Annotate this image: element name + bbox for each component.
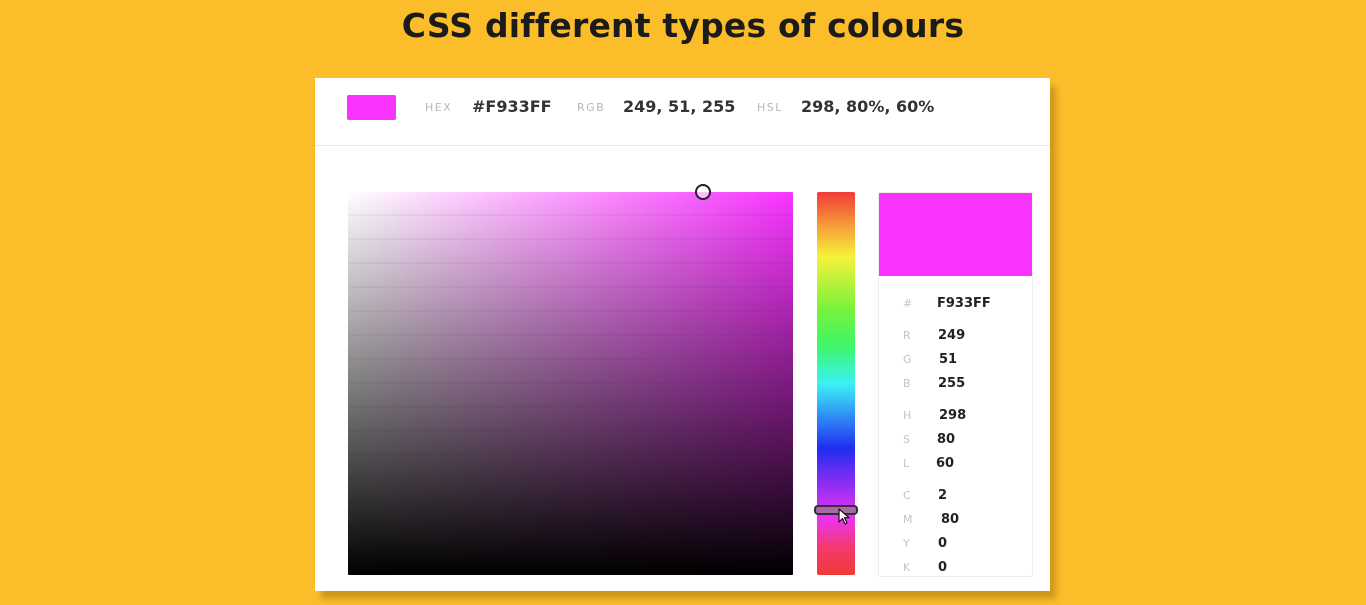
color-picker-panel: HEX #F933FF RGB 249, 51, 255 HSL 298, 80… — [315, 78, 1050, 591]
detail-color-swatch — [879, 193, 1032, 276]
k-key: K — [903, 561, 911, 574]
g-key: G — [903, 353, 912, 366]
l-value[interactable]: 60 — [936, 456, 954, 471]
saturation-lightness-area[interactable] — [348, 192, 793, 575]
color-details-card: # F933FF R 249 G 51 B 255 H 298 S 80 L 6… — [878, 192, 1033, 577]
hsl-label: HSL — [757, 101, 783, 114]
b-value[interactable]: 255 — [938, 376, 965, 391]
c-value[interactable]: 2 — [938, 488, 947, 503]
y-key: Y — [903, 537, 910, 550]
y-value[interactable]: 0 — [938, 536, 947, 551]
l-key: L — [903, 457, 910, 470]
rgb-value[interactable]: 249, 51, 255 — [623, 97, 735, 116]
s-key: S — [903, 433, 910, 446]
page-title: CSS different types of colours — [401, 6, 965, 45]
detail-hex-value[interactable]: F933FF — [937, 296, 991, 311]
m-value[interactable]: 80 — [941, 512, 959, 527]
circle-handle-icon[interactable] — [695, 184, 711, 200]
rgb-label: RGB — [577, 101, 606, 114]
mouse-pointer-icon — [838, 508, 850, 525]
h-value[interactable]: 298 — [939, 408, 966, 423]
c-key: C — [903, 489, 911, 502]
selected-color-swatch[interactable] — [347, 95, 396, 120]
r-key: R — [903, 329, 911, 342]
color-summary-bar: HEX #F933FF RGB 249, 51, 255 HSL 298, 80… — [315, 78, 1050, 146]
k-value[interactable]: 0 — [938, 560, 947, 575]
h-key: H — [903, 409, 912, 422]
g-value[interactable]: 51 — [939, 352, 957, 367]
hex-key: # — [903, 297, 913, 310]
b-key: B — [903, 377, 911, 390]
s-value[interactable]: 80 — [937, 432, 955, 447]
r-value[interactable]: 249 — [938, 328, 965, 343]
hsl-value[interactable]: 298, 80%, 60% — [801, 97, 934, 116]
hex-value[interactable]: #F933FF — [472, 97, 552, 116]
sv-banding — [348, 192, 793, 575]
hex-label: HEX — [425, 101, 453, 114]
m-key: M — [903, 513, 913, 526]
